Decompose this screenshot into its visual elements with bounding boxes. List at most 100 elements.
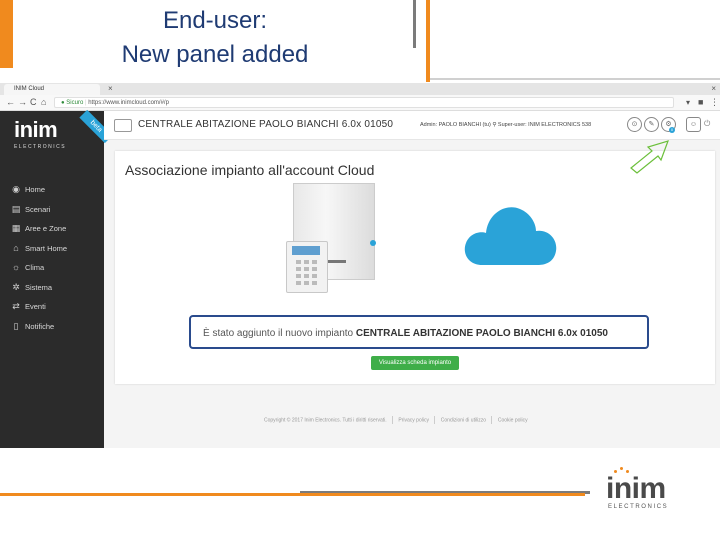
secure-label: Sicuro — [66, 100, 84, 106]
keypad-image — [286, 241, 328, 293]
areas-icon: ▦ — [11, 223, 21, 233]
cookie-link[interactable]: Cookie policy — [498, 417, 528, 423]
sidebar-item-label: Smart Home — [25, 243, 68, 253]
confirmation-message: È stato aggiunto il nuovo impianto CENTR… — [189, 315, 649, 349]
sidebar-item-aree-e-zone[interactable]: ▦ Aree e Zone — [10, 220, 100, 236]
brand-dot — [626, 470, 629, 473]
address-bar[interactable]: ● Sicuro | https://www.inimcloud.com/#/p — [54, 97, 674, 108]
dashboard-icon: ◉ — [12, 184, 20, 194]
browser-screenshot: INIM Cloud × × ← → C ⌂ ● Sicuro | https:… — [0, 83, 720, 448]
user-profile-icon[interactable]: ☺ — [686, 117, 701, 132]
sidebar-item-label: Clima — [25, 263, 45, 272]
view-panel-button[interactable]: Visualizza scheda impianto — [371, 356, 459, 370]
brand-dot — [614, 470, 617, 473]
notification-badge: 0 — [669, 127, 675, 133]
brand-logo: inim ELECTRONICS — [606, 467, 686, 514]
reload-icon[interactable]: C — [30, 95, 37, 110]
smart-home-icon: ⌂ — [13, 242, 19, 253]
bookmark-star-icon[interactable]: ▾ — [686, 95, 690, 110]
scenarios-icon: ▤ — [11, 203, 21, 214]
menu-icon[interactable]: ⋮ — [710, 95, 719, 110]
thermometer-icon: ☼ — [11, 262, 21, 272]
message-prefix: È stato aggiunto il nuovo impianto — [203, 328, 356, 339]
message-text: È stato aggiunto il nuovo impianto CENTR… — [203, 328, 608, 339]
admin-label: Admin: PAOLO BIANCHI (tu) — [420, 122, 491, 128]
url-text: https://www.inimcloud.com/#/p — [88, 100, 169, 106]
keypad-screen — [292, 246, 320, 255]
window-close-icon[interactable]: × — [711, 83, 716, 95]
brand-word: inim — [606, 472, 666, 505]
home-icon[interactable]: ⌂ — [41, 95, 46, 110]
events-icon: ⇄ — [12, 301, 20, 311]
cloud-icon — [464, 207, 557, 265]
user-info: Admin: PAOLO BIANCHI (tu) ⚲ Super-user: … — [420, 122, 591, 128]
bottom-orange-line — [0, 493, 585, 496]
annotation-arrow-icon — [630, 140, 669, 174]
panel-name: CENTRALE ABITAZIONE PAOLO BIANCHI 6.0x 0… — [138, 119, 394, 130]
browser-toolbar: ← → C ⌂ ● Sicuro | https://www.inimcloud… — [0, 95, 720, 111]
browser-tab[interactable]: INIM Cloud — [4, 84, 100, 95]
conditions-link[interactable]: Condizioni di utilizzo — [441, 417, 486, 423]
sidebar-item-label: Home — [25, 185, 46, 194]
sidebar-item-label: Eventi — [25, 302, 46, 311]
keypad-key — [312, 274, 317, 278]
slide-title: End-user: New panel added — [0, 4, 430, 72]
keypad-key — [296, 267, 301, 271]
sidebar-item-label: Sistema — [25, 282, 53, 292]
sidebar-logo: inim — [14, 117, 58, 142]
app-footer: Copyright © 2017 Inim Electronics. Tutti… — [104, 416, 720, 426]
keypad-key — [296, 281, 301, 285]
association-card: Associazione impianto all'account Cloud … — [115, 151, 715, 384]
sidebar-item-smart-home[interactable]: ⌂ Smart Home — [10, 240, 100, 256]
keypad-key — [296, 260, 301, 264]
browser-tabbar: INIM Cloud × × — [0, 83, 720, 95]
sidebar-item-eventi[interactable]: ⇄ Eventi — [10, 298, 100, 314]
sidebar-item-notifiche[interactable]: ▯ Notifiche — [10, 318, 100, 334]
back-icon[interactable]: ← — [6, 95, 15, 110]
divider-grey — [413, 0, 416, 48]
phone-notifications-icon: ▯ — [13, 320, 19, 331]
keypad-key — [304, 274, 309, 278]
keypad-key — [304, 260, 309, 264]
sidebar-item-home[interactable]: ◉ Home — [10, 181, 100, 197]
sidebar-item-label: Scenari — [25, 204, 51, 214]
slide-title-line1: End-user: — [162, 7, 268, 34]
sidebar-item-label: Aree e Zone — [25, 224, 67, 233]
message-panel-name: CENTRALE ABITAZIONE PAOLO BIANCHI 6.0x 0… — [355, 328, 608, 339]
lock-icon: ● — [61, 100, 65, 106]
sidebar-logo-sub: ELECTRONICS — [14, 144, 67, 150]
power-icon[interactable]: ⏻ — [704, 119, 710, 129]
keypad-key — [296, 274, 301, 278]
keypad-key — [312, 267, 317, 271]
privacy-link[interactable]: Privacy policy — [398, 417, 429, 423]
divider-orange — [426, 0, 430, 82]
divider-top — [430, 78, 720, 80]
keypad-key — [304, 281, 309, 285]
app-header: CENTRALE ABITAZIONE PAOLO BIANCHI 6.0x 0… — [104, 111, 720, 140]
sidebar-item-sistema[interactable]: ✲ Sistema — [10, 279, 100, 295]
tools-icon[interactable]: ✎ — [644, 117, 659, 132]
sidebar-item-label: Notifiche — [25, 321, 55, 331]
card-title: Associazione impianto all'account Cloud — [125, 162, 375, 178]
connection-dot — [370, 240, 376, 246]
key-icon: ⚲ — [492, 122, 497, 128]
lock-status-icon[interactable]: ⊙ — [627, 117, 642, 132]
sidebar: inim ELECTRONICS beta ◉ Home ▤ Scenari ▦ Aree… — [0, 109, 113, 448]
slide-title-line2: New panel added — [121, 41, 309, 68]
sidebar-item-clima[interactable]: ☼ Clima — [10, 259, 100, 275]
super-user-label: Super-user: INIM ELECTRONICS 538 — [497, 122, 592, 128]
extension-icon[interactable]: ■ — [698, 95, 703, 110]
copyright-text: Copyright © 2017 Inim Electronics. Tutti… — [264, 417, 387, 424]
panel-icon — [114, 119, 132, 132]
keypad-key — [312, 260, 317, 264]
brand-dot — [620, 467, 623, 470]
tab-title: INIM Cloud — [14, 86, 45, 92]
system-gears-icon: ✲ — [12, 281, 20, 292]
close-tab-icon[interactable]: × — [108, 83, 113, 95]
sidebar-item-scenari[interactable]: ▤ Scenari — [10, 201, 100, 217]
keypad-key — [312, 281, 317, 285]
keypad-key — [304, 267, 309, 271]
forward-icon[interactable]: → — [18, 95, 27, 110]
panel-label-strip — [328, 260, 346, 263]
brand-sub: ELECTRONICS — [608, 504, 669, 510]
